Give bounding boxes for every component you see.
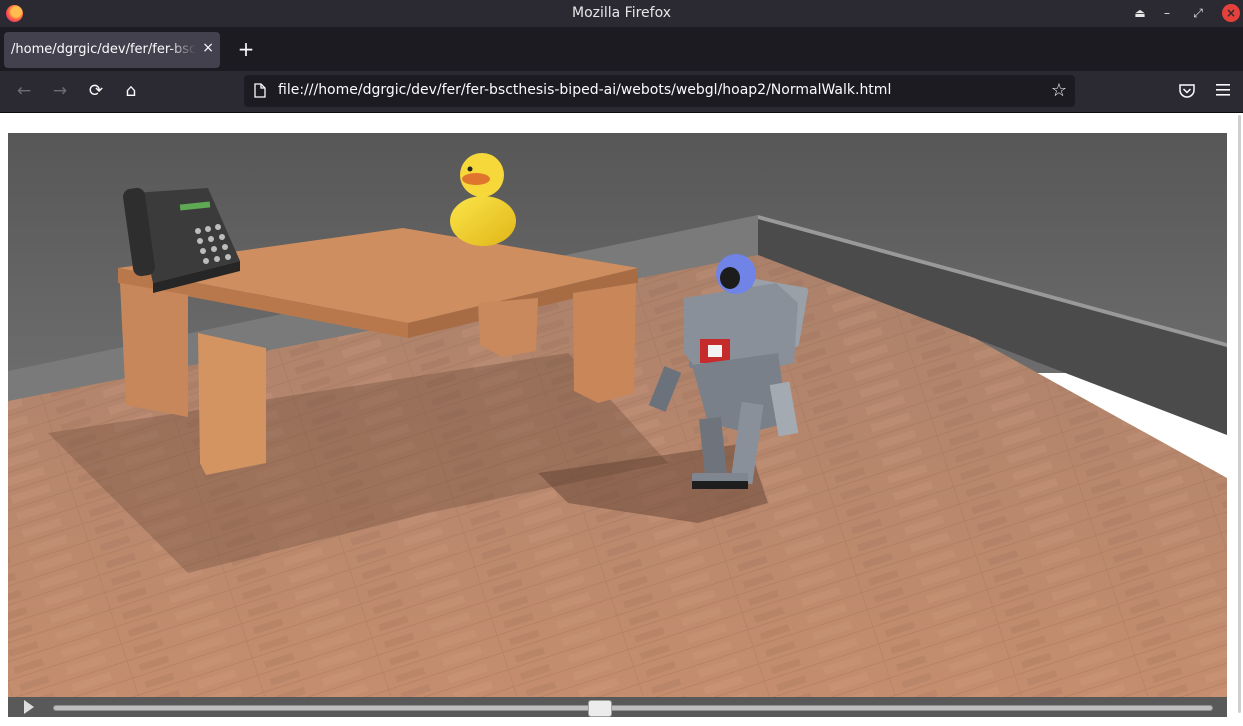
forward-button[interactable]: → [49, 80, 71, 102]
tab-close-button[interactable]: × [202, 40, 214, 56]
reload-button[interactable]: ⟳ [85, 80, 107, 102]
minimize-button[interactable]: – [1158, 4, 1176, 22]
tab-active[interactable]: /home/dgrgic/dev/fer/fer-bscthesis-biped… [4, 32, 220, 68]
home-button[interactable]: ⌂ [120, 80, 142, 102]
timeline-slider[interactable] [53, 700, 1213, 717]
window-shade-icon[interactable]: ⏏ [1131, 4, 1149, 22]
maximize-button[interactable]: ⤢ [1189, 4, 1207, 22]
play-icon[interactable] [24, 700, 34, 714]
table-leg [198, 333, 266, 475]
webgl-3d-view[interactable] [8, 133, 1227, 697]
scene-canvas[interactable] [8, 133, 1227, 697]
back-button[interactable]: ← [13, 80, 35, 102]
url-bar[interactable]: file:///home/dgrgic/dev/fer/fer-bscthesi… [244, 75, 1075, 107]
new-tab-button[interactable]: + [236, 37, 256, 61]
playback-controls [8, 697, 1227, 717]
pocket-icon[interactable] [1178, 82, 1196, 100]
page-scrollbar[interactable] [1238, 115, 1241, 713]
page-icon [254, 83, 266, 98]
timeline-thumb[interactable] [587, 700, 612, 717]
window-title: Mozilla Firefox [571, 5, 672, 21]
tab-strip: /home/dgrgic/dev/fer/fer-bscthesis-biped… [0, 27, 1243, 71]
url-text[interactable]: file:///home/dgrgic/dev/fer/fer-bscthesi… [278, 82, 891, 98]
table-leg [120, 283, 188, 417]
window-titlebar: Mozilla Firefox ⏏ – ⤢ × [0, 0, 1243, 27]
close-window-button[interactable]: × [1222, 4, 1240, 22]
table-leg [478, 298, 538, 357]
star-icon[interactable]: ☆ [1051, 80, 1067, 101]
hamburger-menu-icon[interactable] [1215, 83, 1231, 97]
tab-title: /home/dgrgic/dev/fer/fer-bscthesis-biped… [11, 42, 196, 57]
table-leg [573, 283, 636, 403]
navigation-toolbar: ← → ⟳ ⌂ file:///home/dgrgic/dev/fer/fer-… [0, 71, 1243, 113]
